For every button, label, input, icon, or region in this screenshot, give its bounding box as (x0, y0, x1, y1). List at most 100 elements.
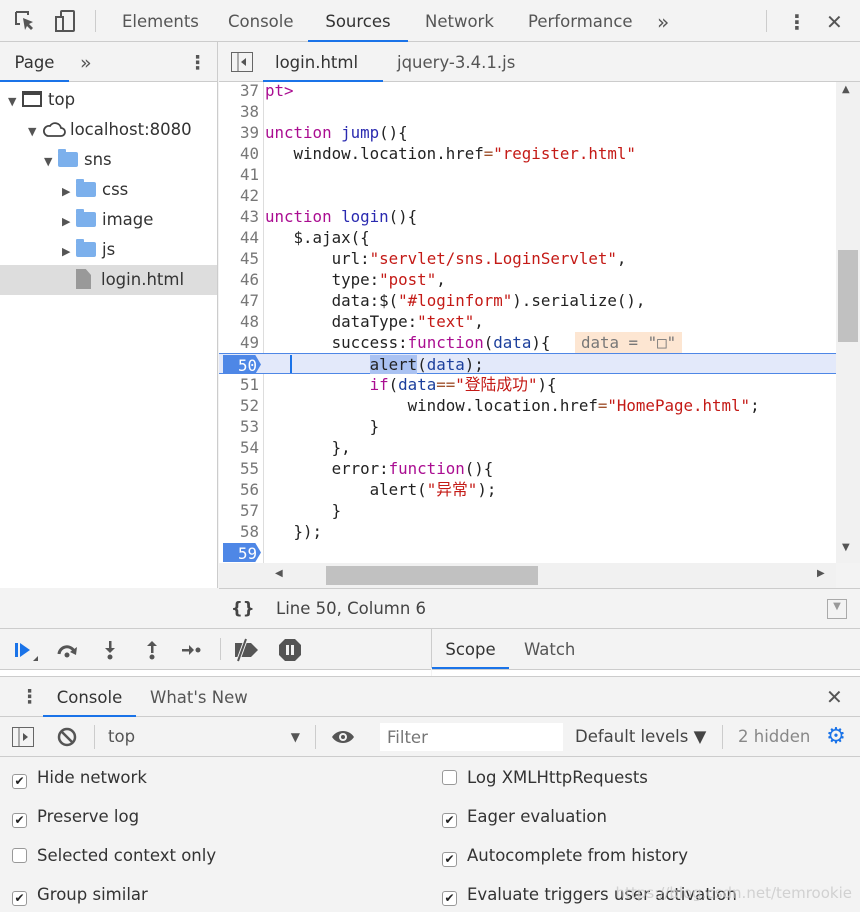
code-line[interactable]: 41 (219, 164, 836, 185)
tree-item-localhost-8080[interactable]: ▼ localhost:8080 (28, 115, 192, 145)
clear-console-icon[interactable] (56, 726, 78, 748)
code-line[interactable]: 40 window.location.href="register.html" (219, 143, 836, 164)
pause-on-exceptions-icon[interactable] (277, 637, 303, 663)
drawer-menu-icon[interactable]: ⋮ (20, 677, 39, 717)
horizontal-scroll-thumb[interactable] (326, 566, 538, 585)
code-line[interactable]: 58 }); (219, 521, 836, 542)
show-console-sidebar-icon[interactable] (12, 727, 34, 747)
collapsed-arrow-icon[interactable]: ▶ (62, 237, 76, 267)
tab-console[interactable]: Console (228, 0, 294, 42)
tab-network[interactable]: Network (425, 0, 494, 42)
line-number[interactable]: 42 (219, 185, 261, 206)
expanded-arrow-icon[interactable]: ▼ (28, 117, 42, 147)
live-expression-eye-icon[interactable] (330, 726, 356, 748)
tree-item-js[interactable]: ▶ js (62, 235, 115, 265)
line-number[interactable]: 51 (219, 374, 261, 395)
deactivate-breakpoints-icon[interactable] (232, 638, 262, 662)
scroll-right-arrow[interactable]: ▶ (817, 568, 825, 579)
code-line[interactable]: 57 } (219, 500, 836, 521)
scroll-thumb[interactable] (838, 250, 858, 342)
file-tab-login-html[interactable]: login.html × (263, 42, 383, 115)
line-number[interactable]: 52 (219, 395, 261, 416)
tab-elements[interactable]: Elements (122, 0, 199, 42)
setting-log-xmlhttprequests[interactable]: Log XMLHttpRequests (442, 766, 648, 790)
collapsed-arrow-icon[interactable]: ▶ (62, 207, 76, 237)
setting-preserve-log[interactable]: ✔ Preserve log (12, 805, 139, 829)
drawer-tab-console[interactable]: Console (43, 677, 136, 717)
code-line[interactable]: 46 type:"post", (219, 269, 836, 290)
expanded-arrow-icon[interactable]: ▼ (44, 147, 58, 177)
checkbox[interactable]: ✔ (12, 774, 27, 789)
scroll-down-arrow[interactable]: ▼ (842, 542, 850, 553)
line-number[interactable]: 37 (219, 82, 261, 101)
line-number[interactable]: 45 (219, 248, 261, 269)
code-line[interactable]: 55 error:function(){ (219, 458, 836, 479)
toggle-navigator-icon[interactable] (231, 52, 253, 72)
code-line[interactable]: 48 dataType:"text", (219, 311, 836, 332)
breakpoint-marker[interactable]: 59 (223, 543, 261, 562)
more-navigator-tabs-icon[interactable]: » (80, 42, 92, 82)
line-number[interactable]: 53 (219, 416, 261, 437)
step-over-icon[interactable] (55, 639, 81, 661)
line-number[interactable]: 46 (219, 269, 261, 290)
code-line[interactable]: 47 data:$("#loginform").serialize(), (219, 290, 836, 311)
drawer-tab-whats-new[interactable]: What's New (150, 677, 248, 717)
pretty-print-icon[interactable]: {} (231, 589, 255, 629)
setting-hide-network[interactable]: ✔ Hide network (12, 766, 147, 790)
checkbox[interactable] (442, 770, 457, 785)
step-out-icon[interactable] (142, 639, 162, 661)
navigator-menu-icon[interactable]: ⋮ (188, 42, 207, 82)
tab-watch[interactable]: Watch (524, 629, 575, 669)
setting-group-similar[interactable]: ✔ Group similar (12, 883, 148, 907)
tab-sources[interactable]: Sources (308, 0, 408, 42)
checkbox[interactable]: ✔ (12, 891, 27, 906)
close-devtools-icon[interactable]: ✕ (826, 0, 843, 42)
line-number[interactable]: 40 (219, 143, 261, 164)
line-number[interactable]: 39 (219, 122, 261, 143)
customize-menu-icon[interactable]: ⋮ (787, 0, 807, 42)
horizontal-scrollbar[interactable]: ◀ ▶ (219, 563, 836, 588)
tree-item-css[interactable]: ▶ css (62, 175, 128, 205)
log-levels-dropdown[interactable]: Default levels ▼ (575, 717, 706, 757)
tab-page[interactable]: Page (0, 42, 69, 82)
code-line[interactable]: 37 pt> (219, 82, 836, 101)
code-line[interactable]: 42 (219, 185, 836, 206)
line-number[interactable]: 57 (219, 500, 261, 521)
tab-performance[interactable]: Performance (528, 0, 633, 42)
setting-eager-evaluation[interactable]: ✔ Eager evaluation (442, 805, 607, 829)
line-number[interactable]: 47 (219, 290, 261, 311)
context-selector[interactable]: top ▼ (108, 717, 304, 757)
code-line[interactable]: 50 alert(data); (219, 353, 836, 374)
setting-autocomplete-from-history[interactable]: ✔ Autocomplete from history (442, 844, 688, 868)
line-number[interactable]: 43 (219, 206, 261, 227)
code-line[interactable]: 54 }, (219, 437, 836, 458)
tree-item-image[interactable]: ▶ image (62, 205, 153, 235)
console-settings-gear-icon[interactable]: ⚙ (824, 726, 848, 748)
line-number[interactable]: 38 (219, 101, 261, 122)
step-into-icon[interactable] (100, 639, 120, 661)
inspect-element-icon[interactable] (12, 9, 38, 33)
code-line[interactable]: 43 unction login(){ (219, 206, 836, 227)
code-editor[interactable]: 37 pt> 38 39 unction jump(){40 window.locati… (219, 82, 836, 563)
code-line[interactable]: 44 $.ajax({ (219, 227, 836, 248)
toggle-debugger-icon[interactable]: ▼ (827, 599, 847, 619)
code-line[interactable]: 38 (219, 101, 836, 122)
checkbox[interactable]: ✔ (442, 891, 457, 906)
device-toolbar-icon[interactable] (52, 9, 78, 33)
code-line[interactable]: 49 success:function(data){data = "□" (219, 332, 836, 353)
tab-scope[interactable]: Scope (432, 629, 509, 669)
code-line[interactable]: 56 alert("异常"); (219, 479, 836, 500)
code-line[interactable]: 45 url:"servlet/sns.LoginServlet", (219, 248, 836, 269)
code-line[interactable]: 51 if(data=="登陆成功"){ (219, 374, 836, 395)
line-number[interactable]: 48 (219, 311, 261, 332)
code-line[interactable]: 59 (219, 542, 836, 563)
checkbox[interactable]: ✔ (442, 852, 457, 867)
scroll-left-arrow[interactable]: ◀ (275, 568, 283, 579)
line-number[interactable]: 41 (219, 164, 261, 185)
checkbox[interactable] (12, 848, 27, 863)
checkbox[interactable]: ✔ (442, 813, 457, 828)
more-tabs-icon[interactable]: » (657, 0, 669, 42)
line-number[interactable]: 49 (219, 332, 261, 353)
file-tab-jquery[interactable]: jquery-3.4.1.js (397, 42, 515, 82)
code-line[interactable]: 39 unction jump(){ (219, 122, 836, 143)
